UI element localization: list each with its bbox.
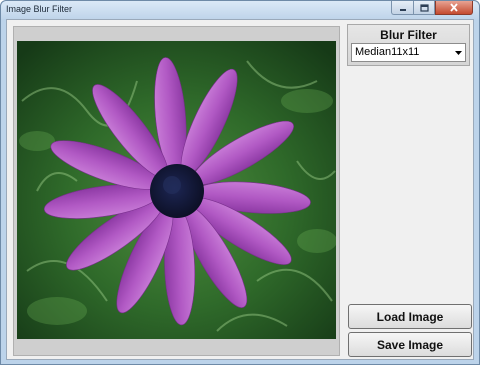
client-area: Blur Filter Median11x11 Load Image Save … [6, 19, 474, 360]
close-button[interactable] [435, 1, 473, 15]
save-image-button[interactable]: Save Image [348, 332, 472, 357]
maximize-button[interactable] [413, 1, 435, 15]
chevron-down-icon [454, 50, 462, 55]
window-title: Image Blur Filter [6, 4, 73, 14]
blur-filter-label: Blur Filter [380, 28, 437, 42]
app-window: Image Blur Filter Blur Filter Median11x1… [0, 0, 480, 365]
title-bar[interactable]: Image Blur Filter [1, 1, 479, 19]
blur-filter-select[interactable]: Median11x11 [351, 43, 466, 62]
image-panel [13, 26, 340, 356]
close-icon [450, 3, 458, 12]
caption-buttons [391, 1, 473, 15]
maximize-icon [419, 3, 429, 12]
blur-filter-group: Blur Filter Median11x11 [347, 24, 470, 66]
load-image-button[interactable]: Load Image [348, 304, 472, 329]
minimize-button[interactable] [391, 1, 413, 15]
combo-dropdown-button[interactable] [451, 44, 465, 61]
flower-image [17, 41, 336, 339]
minimize-icon [399, 8, 406, 11]
blur-filter-value: Median11x11 [355, 46, 420, 58]
